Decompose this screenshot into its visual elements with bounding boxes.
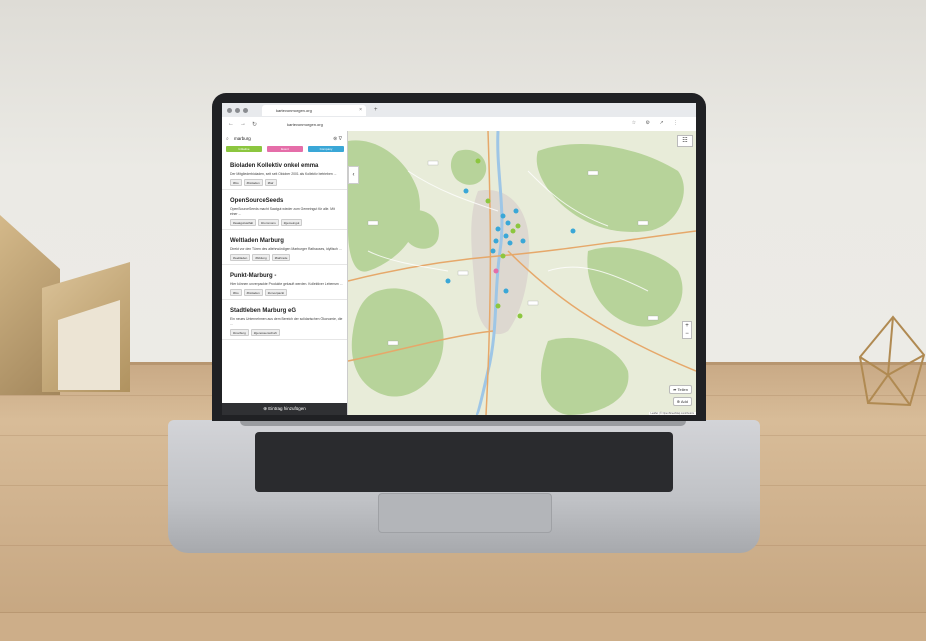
entry-title: Punkt-Marburg -	[230, 273, 277, 279]
browser-tab[interactable]: kartevonmorgen.org ×	[262, 104, 366, 116]
desk-front-edge	[0, 612, 926, 641]
filter-label: Company	[319, 147, 333, 151]
entry-description: Der Mitgliederbioladen, seit seit Oktobe…	[230, 172, 337, 176]
entry-description: Ein neues Unternehmen aus dem Bereich de…	[230, 317, 343, 326]
browser-urlbar: ← → ↻ kartevonmorgen.org ☆ ⚙ ↗ ⋮	[222, 117, 696, 132]
zoom-out-button[interactable]: −	[683, 330, 691, 338]
tag[interactable]: #gemeingut	[280, 219, 303, 226]
entry-title: Weltladen Marburg	[230, 238, 284, 244]
entry-description: Hier können unverpackte Produkte gekauft…	[230, 282, 343, 286]
tag[interactable]: #bildung	[252, 254, 270, 261]
layers-icon[interactable]: ☷	[677, 135, 693, 147]
search-icon: ⌕	[226, 136, 229, 142]
entry-tags: #bio #bioladen #unverpackt	[230, 289, 343, 296]
forward-arrow-icon[interactable]: →	[240, 121, 246, 127]
filter-initiative[interactable]: Initiative	[226, 146, 262, 152]
tab-title: kartevonmorgen.org	[276, 107, 312, 113]
tag[interactable]: #bio	[230, 179, 242, 186]
entry-title: OpenSourceSeeds	[230, 198, 284, 204]
add-label: Add	[680, 399, 688, 404]
window-minimize-dot[interactable]	[235, 107, 240, 113]
add-map-button[interactable]: ⊕ Add	[672, 397, 692, 406]
filter-label: Initiative	[238, 147, 250, 151]
tag[interactable]: #commons	[258, 219, 279, 226]
add-entry-label: Eintrag hinzufügen	[268, 406, 306, 411]
reload-icon[interactable]: ↻	[252, 121, 257, 128]
entry-description: OpenSourceSeeds macht Saatgut wieder zum…	[230, 207, 335, 216]
tag[interactable]: #fair	[264, 179, 277, 186]
category-filters: Initiative Event Company	[226, 146, 344, 152]
window-close-dot[interactable]	[227, 107, 232, 113]
tag[interactable]: #unverpackt	[264, 289, 288, 296]
new-tab-button[interactable]: +	[374, 107, 378, 113]
filter-icon[interactable]: ⊗ ∇	[333, 134, 342, 144]
zoom-control: + −	[682, 321, 692, 339]
entry-tags: #saatgutvielfalt #commons #gemeingut	[230, 219, 343, 226]
tab-close-icon[interactable]: ×	[359, 105, 362, 116]
tag[interactable]: #bioladen	[243, 179, 263, 186]
browser-toolbar-icons[interactable]: ☆ ⚙ ↗ ⋮	[632, 120, 682, 126]
filter-label: Event	[281, 147, 289, 151]
filter-event[interactable]: Event	[267, 146, 303, 152]
collapse-sidebar-button[interactable]: ‹	[348, 166, 359, 184]
list-item[interactable]: Weltladen Marburg Direkt vor den Türen d…	[222, 230, 347, 265]
entry-tags: #marburg #genossenschaft	[230, 329, 343, 336]
tag[interactable]: #saatgutvielfalt	[230, 219, 257, 226]
list-item[interactable]: Bioladen Kollektiv onkel emma Der Mitgli…	[222, 155, 347, 190]
tag[interactable]: #bio	[230, 289, 242, 296]
share-button[interactable]: ➦ Teilen	[669, 385, 692, 394]
entry-title: Bioladen Kollektiv onkel emma	[230, 163, 319, 169]
share-label: Teilen	[677, 387, 688, 392]
laptop-screen: kartevonmorgen.org × + ← → ↻ kartevonmor…	[222, 103, 696, 415]
geometric-wire-decor	[858, 315, 926, 407]
filter-company[interactable]: Company	[308, 146, 344, 152]
browser-tabbar: kartevonmorgen.org × +	[222, 103, 696, 117]
tag[interactable]: #bioladen	[243, 289, 263, 296]
tag[interactable]: #marburg	[230, 329, 249, 336]
back-arrow-icon[interactable]: ←	[228, 121, 234, 127]
map-tiles	[348, 131, 696, 415]
laptop-keyboard	[255, 432, 673, 492]
add-entry-button[interactable]: ⊕ Eintrag hinzufügen	[222, 403, 347, 415]
entry-description: Direkt vor den Türen des altehrwürdigen …	[230, 247, 342, 251]
entry-tags: #bio #bioladen #fair	[230, 179, 343, 186]
list-item[interactable]: Punkt-Marburg - Hier können unverpackte …	[222, 265, 347, 300]
map-attribution[interactable]: Leaflet | © OpenStreetMap contributors	[648, 412, 696, 415]
zoom-in-button[interactable]: +	[683, 322, 691, 330]
tag[interactable]: #fairtrade	[271, 254, 291, 261]
search-box[interactable]: ⌕ marburg ⊗ ∇	[226, 134, 342, 144]
map-view[interactable]: ☷ + − ➦ Teilen ⊕ Add Leaflet | © OpenStr…	[348, 131, 696, 415]
list-item[interactable]: OpenSourceSeeds OpenSourceSeeds macht Sa…	[222, 190, 347, 230]
tag[interactable]: #weltladen	[230, 254, 251, 261]
entry-title: Stadtleben Marburg eG	[230, 308, 297, 314]
results-sidebar: ⌕ marburg ⊗ ∇ Initiative Event Company B…	[222, 131, 348, 415]
search-input[interactable]: marburg	[234, 134, 251, 144]
tag[interactable]: #genossenschaft	[250, 329, 280, 336]
url-field[interactable]: kartevonmorgen.org	[287, 122, 323, 127]
window-maximize-dot[interactable]	[243, 107, 248, 113]
laptop-trackpad	[378, 493, 552, 533]
entry-tags: #weltladen #bildung #fairtrade	[230, 254, 343, 261]
entry-list: Bioladen Kollektiv onkel emma Der Mitgli…	[222, 155, 347, 395]
list-item[interactable]: Stadtleben Marburg eG Ein neues Unterneh…	[222, 300, 347, 340]
